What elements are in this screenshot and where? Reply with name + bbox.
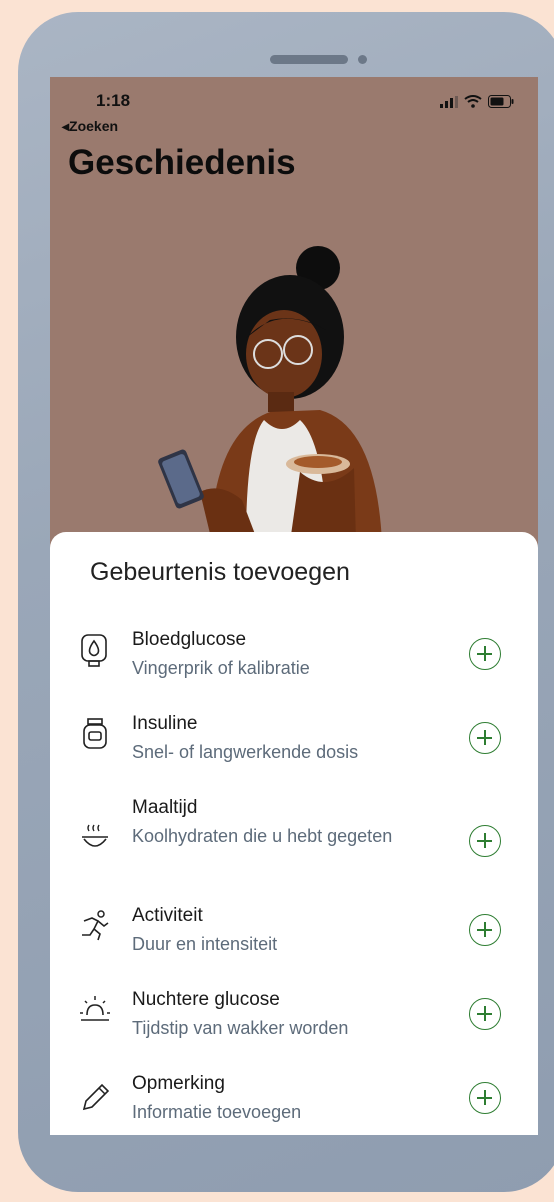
phone-camera	[358, 55, 367, 64]
back-link[interactable]: ◂Zoeken	[62, 118, 118, 135]
blood-drop-icon	[81, 634, 107, 667]
item-subtitle: Tijdstip van wakker worden	[132, 1018, 349, 1038]
add-activiteit-button[interactable]	[469, 914, 501, 946]
sunrise-icon	[80, 996, 110, 1021]
pencil-icon	[82, 1083, 110, 1111]
sheet-title: Gebeurtenis toevoegen	[90, 558, 350, 586]
app-screen: 1:18 ◂Zoeken Geschiedenis Gebeurtenis to…	[50, 77, 538, 1135]
item-subtitle: Vingerprik of kalibratie	[132, 658, 310, 678]
add-bloedglucose-button[interactable]	[469, 638, 501, 670]
wifi-icon	[464, 95, 482, 108]
add-opmerking-button[interactable]	[469, 1082, 501, 1114]
add-insuline-button[interactable]	[469, 722, 501, 754]
item-title: Activiteit	[132, 905, 203, 926]
item-subtitle: Duur en intensiteit	[132, 934, 278, 954]
running-icon	[82, 910, 109, 941]
page-title: Geschiedenis	[68, 143, 296, 182]
item-title: Bloedglucose	[132, 629, 247, 650]
status-icons	[440, 95, 514, 108]
woman-illustration	[158, 246, 382, 542]
status-time: 1:18	[96, 91, 131, 110]
signal-icon	[440, 95, 458, 108]
add-nuchtere-glucose-button[interactable]	[469, 998, 501, 1030]
back-link-label: Zoeken	[69, 118, 119, 134]
add-event-sheet: Gebeurtenis toevoegen Bloedglucose Vinge…	[50, 532, 538, 1135]
insulin-vial-icon	[83, 718, 107, 749]
item-title: Nuchtere glucose	[132, 989, 280, 1010]
battery-icon	[488, 95, 514, 108]
item-title: Insuline	[132, 713, 198, 734]
item-subtitle: Koolhydraten die u hebt gegeten	[132, 826, 393, 846]
item-subtitle: Informatie toevoegen	[132, 1102, 302, 1122]
item-title: Opmerking	[132, 1073, 225, 1094]
meal-bowl-icon	[82, 824, 108, 847]
add-maaltijd-button[interactable]	[469, 825, 501, 857]
item-title: Maaltijd	[132, 797, 198, 818]
item-subtitle: Snel- of langwerkende dosis	[132, 742, 359, 762]
phone-speaker	[270, 55, 348, 64]
